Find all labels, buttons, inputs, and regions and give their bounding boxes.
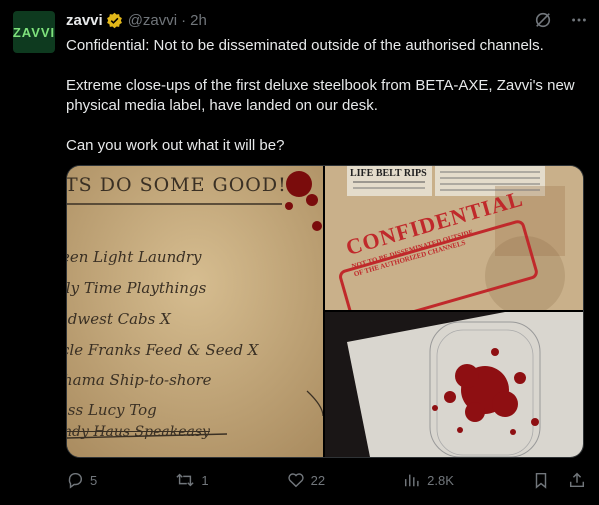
handwritten-line-struck: ndy Haus Speakeasy xyxy=(67,424,210,440)
tweet-paragraph: Confidential: Not to be disseminated out… xyxy=(66,37,544,54)
separator-dot: · xyxy=(181,11,187,29)
heart-icon xyxy=(287,473,304,488)
tweet-paragraph: Extreme close-ups of the first deluxe st… xyxy=(66,77,575,114)
like-count: 22 xyxy=(310,472,326,488)
like-button[interactable]: 22 xyxy=(287,471,325,489)
media-image-handwritten-list[interactable]: TS DO SOME GOOD! een Light Laundry lly T… xyxy=(67,166,323,457)
media-image-blood-splatter[interactable] xyxy=(325,312,583,457)
avatar-logo-text: ZAVVI xyxy=(12,24,56,40)
views-button[interactable]: 2.8K xyxy=(403,471,454,489)
handwritten-line: lly Time Playthings xyxy=(67,279,207,297)
grok-icon xyxy=(535,12,551,28)
bookmark-button[interactable] xyxy=(532,471,550,489)
tweet-actions-right xyxy=(532,471,586,489)
top-actions xyxy=(533,10,589,30)
handwritten-line: cle Franks Feed & Seed X xyxy=(67,341,259,359)
blood-splatter-art xyxy=(325,312,583,457)
verified-badge-icon[interactable] xyxy=(106,12,123,29)
tweet[interactable]: ZAVVI zavvi @zavvi · 2h Confidential: No… xyxy=(0,0,599,505)
share-button[interactable] xyxy=(568,471,586,489)
repost-icon xyxy=(176,473,194,487)
media-grid: TS DO SOME GOOD! een Light Laundry lly T… xyxy=(66,165,584,458)
handwritten-line: hama Ship-to-shore xyxy=(67,371,212,389)
handwritten-line: iss Lucy Tog xyxy=(67,401,157,419)
grok-button[interactable] xyxy=(533,10,553,30)
repost-count: 1 xyxy=(201,472,209,488)
handwritten-line: idwest Cabs X xyxy=(67,310,171,328)
display-name[interactable]: zavvi xyxy=(66,12,103,29)
newspaper-headline: LIFE BELT RIPS xyxy=(350,168,427,179)
media-image-confidential-stamp[interactable]: LIFE BELT RIPS CONFIDENTIAL NOT TO BE DI… xyxy=(325,166,583,310)
handwritten-line: een Light Laundry xyxy=(67,248,202,266)
bookmark-icon xyxy=(535,472,547,489)
timestamp[interactable]: 2h xyxy=(190,12,207,29)
tweet-actions: 5 1 22 2.8K xyxy=(66,470,586,490)
tweet-text: Confidential: Not to be disseminated out… xyxy=(66,36,586,176)
reply-button[interactable]: 5 xyxy=(66,471,97,489)
share-icon xyxy=(569,472,585,488)
handwritten-heading: TS DO SOME GOOD! xyxy=(67,174,287,196)
more-button[interactable] xyxy=(569,10,589,30)
views-icon xyxy=(405,474,419,487)
handle[interactable]: @zavvi xyxy=(128,12,177,29)
view-count: 2.8K xyxy=(427,472,454,488)
tweet-header: zavvi @zavvi · 2h xyxy=(66,10,207,30)
more-icon xyxy=(572,18,586,22)
avatar[interactable]: ZAVVI xyxy=(13,11,55,53)
tweet-paragraph: Can you work out what it will be? xyxy=(66,137,285,154)
repost-button[interactable]: 1 xyxy=(175,471,209,489)
reply-icon xyxy=(68,472,82,489)
reply-count: 5 xyxy=(90,472,98,488)
